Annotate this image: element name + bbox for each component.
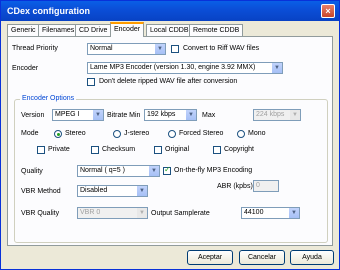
tab-cd-drive[interactable]: CD Drive [75,24,112,36]
max-bitrate-select[interactable]: 224 kbps ▼ [253,109,301,121]
vbr-method-select[interactable]: Disabled ▼ [77,185,148,197]
output-samplerate-select[interactable]: 44100 ▼ [241,207,300,219]
chevron-down-icon[interactable]: ▼ [137,186,147,196]
tab-filenames[interactable]: Filenames [38,24,79,36]
encoder-label: Encoder [12,65,39,72]
chevron-down-icon[interactable]: ▼ [186,110,196,120]
close-button[interactable]: × [321,4,335,18]
bitrate-min-select[interactable]: 192 kbps ▼ [144,109,197,121]
config-window: CDex configuration × Generic Filenames C… [0,0,340,270]
thread-priority-value: Normal [90,45,113,52]
chevron-down-icon[interactable]: ▼ [289,208,299,218]
ok-button[interactable]: Aceptar [187,250,233,265]
mode-mono-radio[interactable] [237,130,245,138]
chevron-down-icon[interactable]: ▼ [155,44,165,54]
vbr-method-label: VBR Method [21,188,61,195]
quality-label: Quality [21,168,43,175]
encoder-options-group: Encoder Options Version MPEG I ▼ Bitrate… [14,95,328,243]
chevron-down-icon[interactable]: ▼ [290,110,300,120]
version-label: Version [21,112,45,119]
mode-stereo-radio[interactable] [54,130,62,138]
abr-label: ABR (kpbs) [217,183,253,190]
version-value: MPEG I [55,111,80,118]
tab-remote-cddb[interactable]: Remote CDDB [189,24,244,36]
vbr-quality-select[interactable]: VBR 0 ▼ [77,207,148,219]
close-icon: × [325,6,331,16]
version-select[interactable]: MPEG I ▼ [52,109,104,121]
original-checkbox[interactable] [154,146,162,154]
onthefly-label: On-the-fly MP3 Encoding [174,167,253,174]
max-bitrate-value: 224 kbps [256,111,285,118]
output-samplerate-value: 44100 [244,209,264,216]
convert-riff-label: Convert to Riff WAV files [183,45,260,52]
output-samplerate-label: Output Samplerate [151,210,210,217]
thread-priority-select[interactable]: Normal ▼ [87,43,166,55]
bitrate-min-value: 192 kbps [147,111,176,118]
tab-generic[interactable]: Generic [7,24,40,36]
encoder-select[interactable]: Lame MP3 Encoder (version 1.30, engine 3… [87,62,283,74]
vbr-method-value: Disabled [80,187,108,194]
private-checkbox[interactable] [37,146,45,154]
mode-stereo-label: Stereo [65,130,86,137]
vbr-quality-value: VBR 0 [80,209,101,216]
mode-jstereo-radio[interactable] [113,130,121,138]
original-label: Original [165,146,190,153]
window-title: CDex configuration [7,6,91,16]
title-bar[interactable]: CDex configuration × [1,1,339,21]
onthefly-checkbox[interactable] [163,165,171,175]
abr-input[interactable]: 0 [253,180,279,192]
vbr-quality-label: VBR Quality [21,210,60,217]
encoder-panel: Thread Priority Normal ▼ Convert to Riff… [7,36,333,246]
chevron-down-icon[interactable]: ▼ [272,63,282,73]
thread-priority-label: Thread Priority [12,45,58,52]
cancel-button[interactable]: Cancelar [239,250,285,265]
tab-local-cddb[interactable]: Local CDDB [146,24,193,36]
encoder-value: Lame MP3 Encoder (version 1.30, engine 3… [90,64,256,71]
bitrate-min-label: Bitrate Min [107,112,141,119]
private-label: Private [48,146,70,153]
chevron-down-icon[interactable]: ▼ [137,208,147,218]
chevron-down-icon[interactable]: ▼ [93,110,103,120]
mode-jstereo-label: J-stereo [124,130,150,137]
mode-forced-stereo-radio[interactable] [168,130,176,138]
group-title: Encoder Options [20,95,77,102]
dont-delete-checkbox[interactable] [87,78,95,86]
help-button[interactable]: Ayuda [290,250,334,265]
quality-value: Normal ( q=5 ) [80,167,125,174]
mode-mono-label: Mono [248,130,266,137]
copyright-label: Copyright [224,146,254,153]
mode-label: Mode [21,130,39,137]
copyright-checkbox[interactable] [213,146,221,154]
chevron-down-icon[interactable]: ▼ [149,166,159,176]
checksum-checkbox[interactable] [91,146,99,154]
quality-select[interactable]: Normal ( q=5 ) ▼ [77,165,160,177]
tab-encoder[interactable]: Encoder [110,22,145,37]
dont-delete-label: Don't delete ripped WAV file after conve… [99,78,238,85]
max-label: Max [202,112,216,119]
checksum-label: Checksum [102,146,136,153]
mode-forced-stereo-label: Forced Stereo [179,130,224,137]
convert-riff-checkbox[interactable] [171,45,179,53]
